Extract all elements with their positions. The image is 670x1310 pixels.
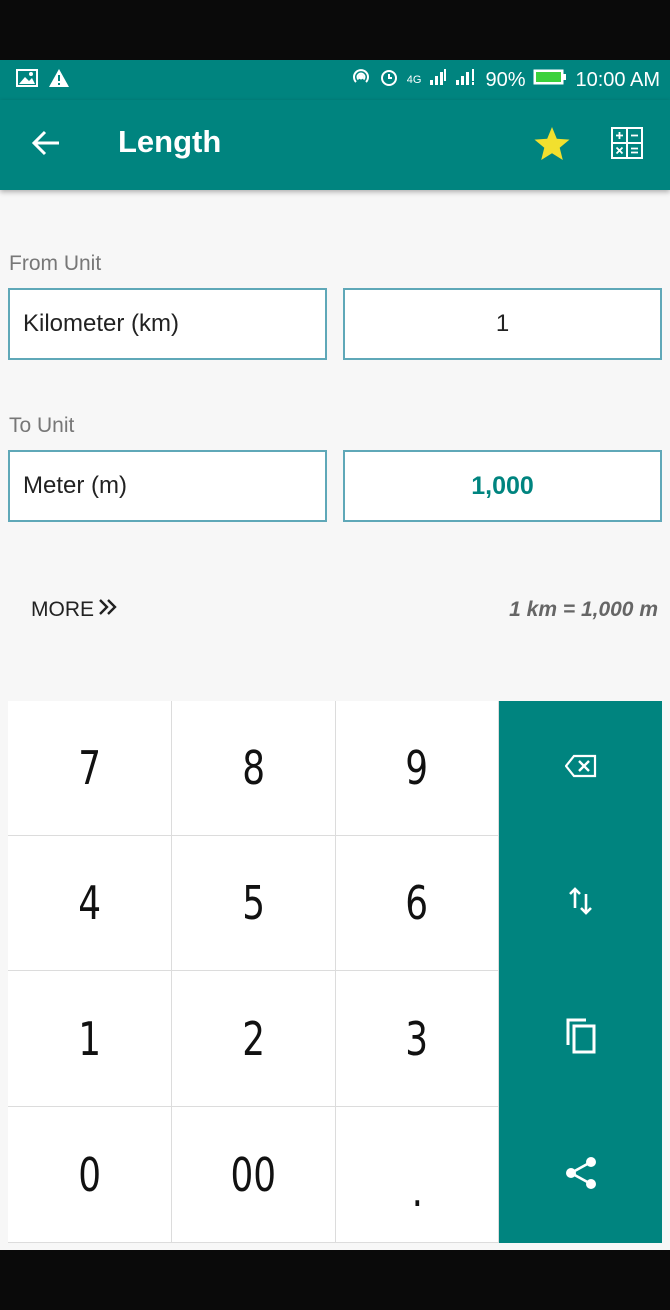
key-label: 2 [242,1011,265,1066]
key-9[interactable]: 9 [336,701,499,836]
network-type: 4G [406,74,422,86]
share-icon [564,1155,598,1196]
warning-icon [48,68,70,93]
calculator-icon [610,127,644,164]
from-unit-name: Kilometer (km) [23,310,180,337]
to-unit-label: To Unit [9,414,75,437]
key-label: 8 [242,741,265,795]
alarm-icon [379,67,399,93]
signal-icon-sim2 [455,68,477,92]
key-1[interactable]: 1 [8,971,172,1107]
key-label: 9 [405,741,429,795]
copy-button[interactable] [499,971,662,1106]
hotspot-icon [351,67,371,93]
key-6[interactable]: 6 [336,836,499,971]
keypad: 7 8 9 4 5 6 1 2 3 0 00 . [8,701,662,1243]
key-label: 0 [78,1147,101,1202]
key-label: 4 [78,876,101,930]
bottom-system-strip [0,1250,670,1310]
key-7[interactable]: 7 [8,701,172,836]
key-label: 1 [78,1011,101,1066]
key-0[interactable]: 0 [8,1107,172,1243]
key-8[interactable]: 8 [172,701,336,836]
to-unit-name: Meter (m) [23,472,127,499]
from-unit-label: From Unit [9,252,102,275]
from-unit-selector[interactable]: Kilometer (km) [8,288,327,360]
to-value-field[interactable]: 1,000 [343,450,662,522]
battery-icon [533,68,567,92]
back-arrow-icon [31,129,61,162]
key-5[interactable]: 5 [172,836,336,971]
signal-icon-sim1 [429,68,447,92]
app-bar: Length [0,100,670,190]
key-label: 5 [242,876,265,930]
action-column [499,701,662,1243]
conversion-formula: 1 km = 1,000 m [509,598,658,621]
swap-icon [568,886,594,921]
more-button[interactable]: MORE [31,598,118,622]
calculator-button[interactable] [610,126,650,166]
key-label: . [411,1162,423,1217]
to-value: 1,000 [471,471,534,500]
key-label: 00 [230,1147,277,1202]
swap-units-button[interactable] [499,836,662,971]
key-3[interactable]: 3 [336,971,499,1107]
page-title: Length [118,124,222,159]
key-00[interactable]: 00 [172,1107,336,1243]
from-value: 1 [495,310,510,337]
from-value-field[interactable]: 1 [343,288,662,360]
key-4[interactable]: 4 [8,836,172,971]
to-unit-selector[interactable]: Meter (m) [8,450,327,522]
key-2[interactable]: 2 [172,971,336,1107]
key-decimal[interactable]: . [336,1107,499,1243]
status-bar: 4G 90% 10:00 AM [0,60,670,100]
key-label: 6 [405,876,429,930]
backspace-button[interactable] [499,701,662,836]
clock: 10:00 AM [575,68,660,91]
copy-icon [564,1017,598,1060]
more-label: MORE [31,598,94,621]
double-chevron-right-icon [98,598,118,622]
battery-percent: 90% [485,68,526,91]
share-button[interactable] [499,1107,662,1243]
image-notification-icon [16,68,38,92]
favorite-button[interactable] [532,124,574,166]
key-label: 3 [405,1011,429,1066]
star-icon [532,127,572,168]
key-label: 7 [78,741,101,795]
back-button[interactable] [24,125,68,165]
top-system-strip [0,0,670,60]
backspace-icon [564,754,597,783]
